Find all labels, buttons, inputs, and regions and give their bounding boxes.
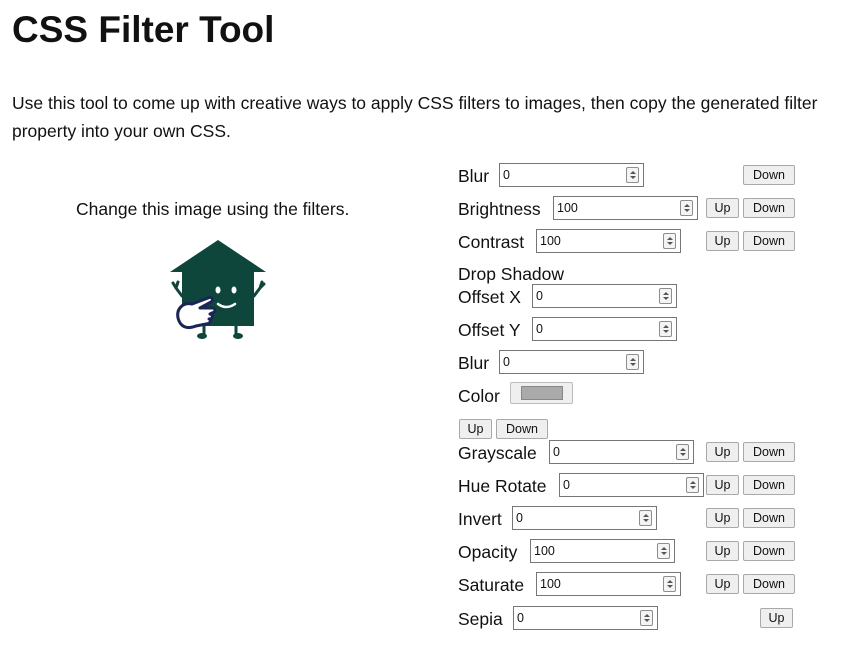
sepia-up-button[interactable]: Up [760,608,793,628]
grayscale-down-button[interactable]: Down [743,442,795,462]
offset-y-input-value: 0 [536,322,543,336]
invert-input[interactable]: 0 [512,506,657,530]
brightness-up-button[interactable]: Up [706,198,739,218]
blur-input-value: 0 [503,168,510,182]
shadow-blur-input-value: 0 [503,355,510,369]
saturate-spinner-icon[interactable] [663,576,676,592]
intro-text: Use this tool to come up with creative w… [12,93,818,141]
hue-rotate-up-button[interactable]: Up [706,475,739,495]
grayscale-up-button[interactable]: Up [706,442,739,462]
brightness-spinner-icon[interactable] [680,200,693,216]
grayscale-input-value: 0 [553,445,560,459]
sepia-input[interactable]: 0 [513,606,658,630]
brightness-down-button[interactable]: Down [743,198,795,218]
blur-label: Blur [458,166,490,186]
opacity-input-value: 100 [534,544,555,558]
shadow-blur-spinner-icon[interactable] [626,354,639,370]
drop-shadow-up-button[interactable]: Up [459,419,492,439]
offset-x-input-value: 0 [536,289,543,303]
shadow-color-label: Color [458,386,500,406]
saturate-input[interactable]: 100 [536,572,681,596]
blur-down-button[interactable]: Down [743,165,795,185]
page-title: CSS Filter Tool [12,9,275,50]
contrast-spinner-icon[interactable] [663,233,676,249]
contrast-input-value: 100 [540,234,561,248]
brightness-input-value: 100 [557,201,578,215]
offset-y-input[interactable]: 0 [532,317,677,341]
offset-x-label: Offset X [458,287,521,307]
offset-y-spinner-icon[interactable] [659,321,672,337]
offset-x-spinner-icon[interactable] [659,288,672,304]
invert-spinner-icon[interactable] [639,510,652,526]
shadow-color-picker[interactable] [510,382,573,404]
image-caption: Change this image using the filters. [76,199,350,219]
grayscale-input[interactable]: 0 [549,440,694,464]
contrast-label: Contrast [458,232,525,252]
brightness-input[interactable]: 100 [553,196,698,220]
hue-rotate-spinner-icon[interactable] [686,477,699,493]
contrast-up-button[interactable]: Up [706,231,739,251]
sepia-input-value: 0 [517,611,524,625]
hue-rotate-down-button[interactable]: Down [743,475,795,495]
contrast-down-button[interactable]: Down [743,231,795,251]
grayscale-label: Grayscale [458,443,537,463]
contrast-input[interactable]: 100 [536,229,681,253]
offset-y-label: Offset Y [458,320,521,340]
drop-shadow-down-button[interactable]: Down [496,419,548,439]
offset-x-input[interactable]: 0 [532,284,677,308]
drop-shadow-heading: Drop Shadow [458,264,565,284]
saturate-up-button[interactable]: Up [706,574,739,594]
shadow-blur-input[interactable]: 0 [499,350,644,374]
hue-rotate-input-value: 0 [563,478,570,492]
invert-down-button[interactable]: Down [743,508,795,528]
shadow-color-swatch [521,386,563,400]
saturate-down-button[interactable]: Down [743,574,795,594]
saturate-input-value: 100 [540,577,561,591]
opacity-label: Opacity [458,542,518,562]
blur-spinner-icon[interactable] [626,167,639,183]
opacity-down-button[interactable]: Down [743,541,795,561]
invert-label: Invert [458,509,502,529]
sepia-label: Sepia [458,609,503,629]
house-mascot-image [170,240,266,339]
hue-rotate-input[interactable]: 0 [559,473,704,497]
opacity-input[interactable]: 100 [530,539,675,563]
brightness-label: Brightness [458,199,541,219]
saturate-label: Saturate [458,575,525,595]
grayscale-spinner-icon[interactable] [676,444,689,460]
invert-input-value: 0 [516,511,523,525]
opacity-spinner-icon[interactable] [657,543,670,559]
opacity-up-button[interactable]: Up [706,541,739,561]
shadow-blur-label: Blur [458,353,490,373]
sepia-spinner-icon[interactable] [640,610,653,626]
hue-rotate-label: Hue Rotate [458,476,547,496]
invert-up-button[interactable]: Up [706,508,739,528]
blur-input[interactable]: 0 [499,163,644,187]
